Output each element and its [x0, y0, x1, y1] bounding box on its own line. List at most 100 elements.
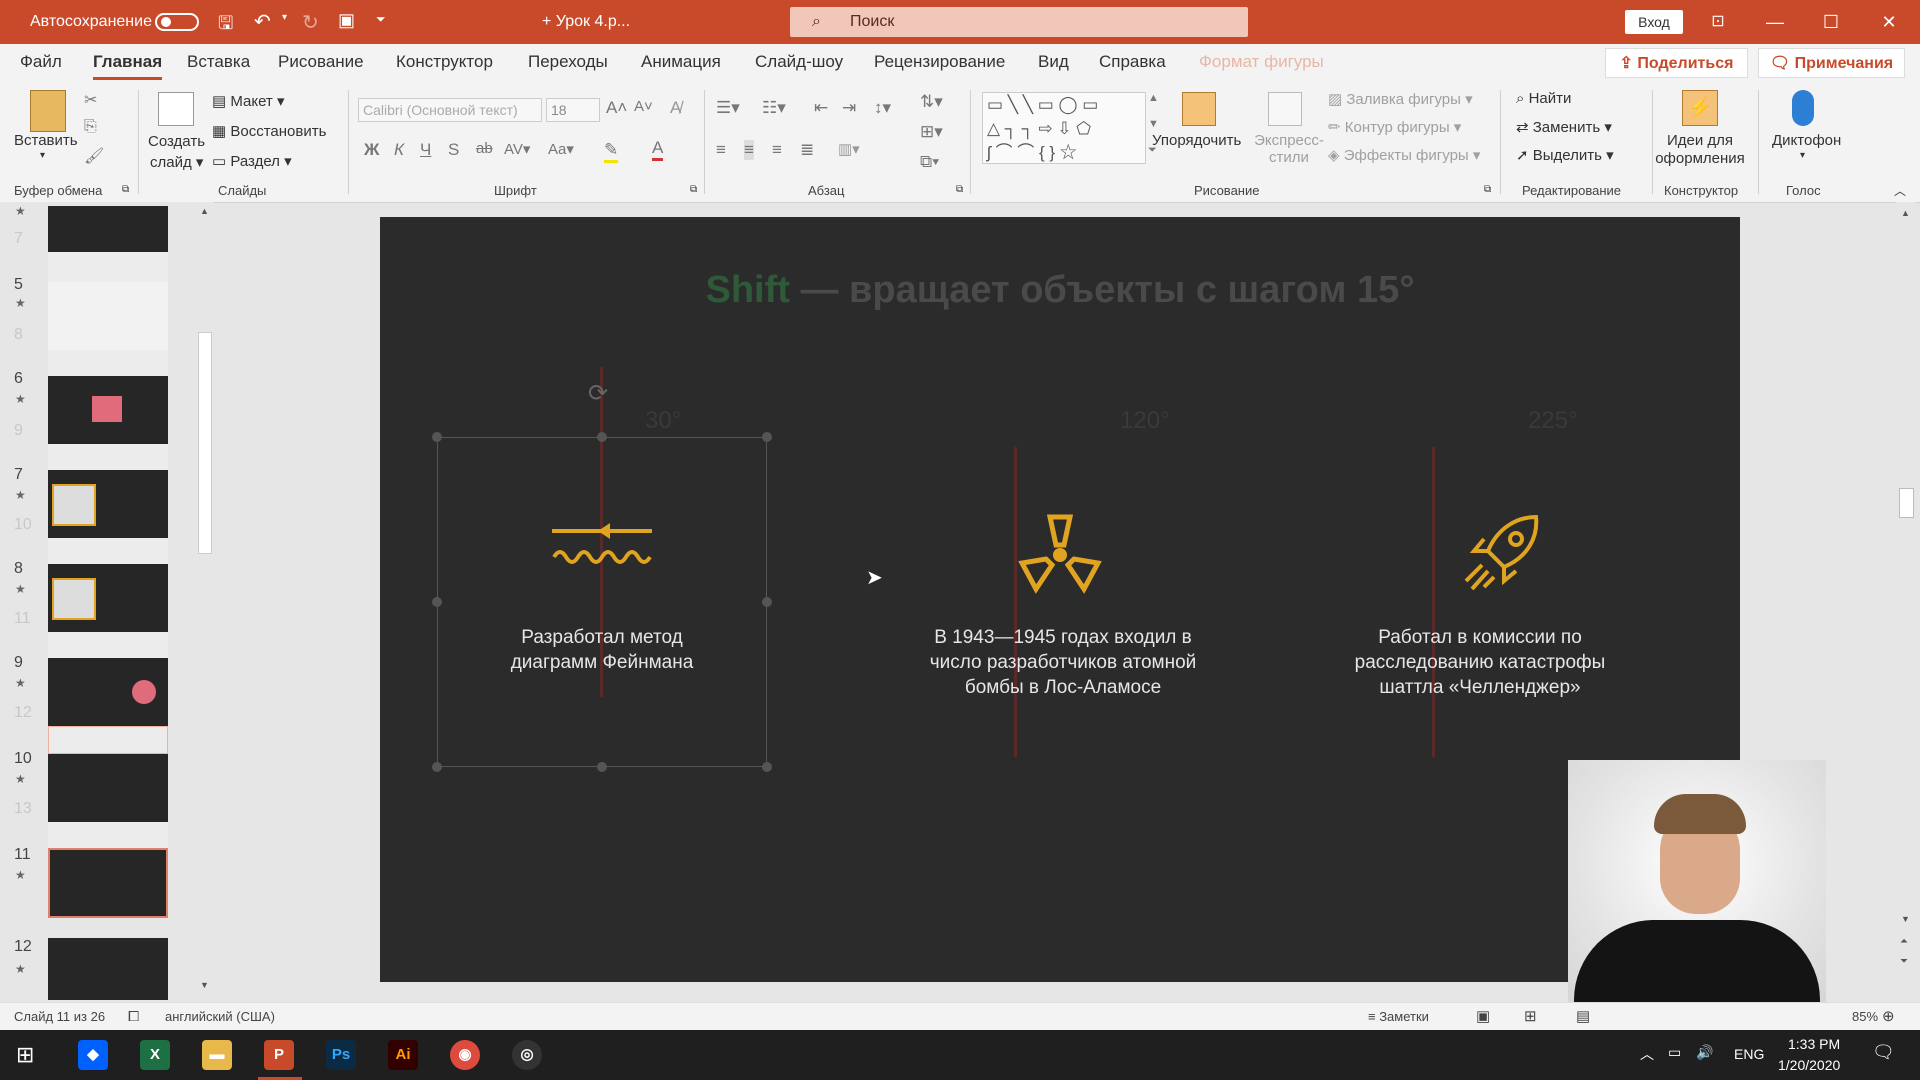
clock-date[interactable]: 1/20/2020: [1778, 1057, 1840, 1073]
normal-view-icon[interactable]: ▣: [1476, 1007, 1490, 1025]
font-launcher-icon[interactable]: ⧉: [690, 184, 697, 195]
slide-sorter-icon[interactable]: ⊞: [1524, 1007, 1537, 1025]
paste-icon[interactable]: [30, 90, 66, 132]
font-size-field[interactable]: 18: [546, 98, 600, 122]
rotate-handle-icon[interactable]: ⟳: [588, 379, 608, 408]
powerpoint-icon[interactable]: P: [264, 1040, 294, 1070]
battery-icon[interactable]: ▭: [1668, 1044, 1681, 1061]
resize-handle[interactable]: [762, 432, 772, 442]
resize-handle[interactable]: [597, 762, 607, 772]
slide-thumbnail[interactable]: [48, 206, 168, 252]
font-color-icon[interactable]: A: [652, 138, 664, 161]
design-ideas-icon[interactable]: ⚡: [1682, 90, 1718, 126]
illustrator-icon[interactable]: Ai: [388, 1040, 418, 1070]
resize-handle[interactable]: [432, 432, 442, 442]
collapse-ribbon-icon[interactable]: ︿: [1894, 182, 1906, 199]
dictate-label[interactable]: Диктофон: [1772, 132, 1841, 149]
shape-fill-button[interactable]: ▨ Заливка фигуры ▾: [1328, 90, 1473, 108]
tab-insert[interactable]: Вставка: [187, 52, 250, 72]
numbering-icon[interactable]: ☷▾: [762, 98, 786, 118]
shadow-icon[interactable]: S: [448, 140, 459, 160]
italic-icon[interactable]: К: [394, 140, 404, 160]
chrome-icon[interactable]: ◉: [450, 1040, 480, 1070]
reading-view-icon[interactable]: ▤: [1576, 1007, 1590, 1025]
obs-icon[interactable]: ◎: [512, 1040, 542, 1070]
bold-icon[interactable]: Ж: [364, 140, 379, 160]
comments-button[interactable]: 🗨 Примечания: [1758, 48, 1905, 78]
shape-outline-button[interactable]: ✏ Контур фигуры ▾: [1328, 118, 1461, 136]
line-spacing-icon[interactable]: ↕▾: [874, 98, 891, 118]
cut-icon[interactable]: ✂: [84, 90, 97, 110]
align-center-icon[interactable]: ≡: [744, 140, 754, 160]
tab-draw[interactable]: Рисование: [278, 52, 364, 72]
dropbox-icon[interactable]: ◆: [78, 1040, 108, 1070]
reset-button[interactable]: ▦ Восстановить: [212, 122, 326, 140]
slide-thumbnail[interactable]: [48, 938, 168, 1000]
input-language[interactable]: ENG: [1734, 1046, 1764, 1062]
redo-icon[interactable]: ↻: [302, 10, 319, 35]
scroll-thumb[interactable]: [1899, 488, 1914, 518]
slide-thumbnail[interactable]: [48, 470, 168, 538]
slide-thumbnail-selected[interactable]: [48, 848, 168, 918]
paste-dropdown-icon[interactable]: ▾: [40, 150, 45, 161]
signin-button[interactable]: Вход: [1625, 10, 1683, 34]
slide-scrollbar[interactable]: ▲ ▼ ⏶ ⏷: [1896, 202, 1916, 1002]
search-box[interactable]: ⌕ Поиск: [790, 7, 1248, 37]
minimize-icon[interactable]: —: [1752, 0, 1798, 44]
file-explorer-icon[interactable]: ▬: [202, 1040, 232, 1070]
change-case-icon[interactable]: Aa▾: [548, 140, 574, 158]
clock-time[interactable]: 1:33 PM: [1788, 1036, 1840, 1052]
paste-label[interactable]: Вставить: [14, 132, 78, 149]
previous-slide-icon[interactable]: ⏶: [1900, 936, 1908, 947]
gallery-scroll-down-icon[interactable]: ▼: [1148, 118, 1159, 130]
start-slideshow-icon[interactable]: ▣: [338, 10, 355, 31]
new-slide-label-1[interactable]: Создать: [148, 133, 205, 150]
clipboard-launcher-icon[interactable]: ⧉: [122, 184, 129, 195]
fit-to-window-icon[interactable]: ⊕: [1882, 1007, 1895, 1025]
tray-chevron-icon[interactable]: ︿: [1640, 1044, 1654, 1064]
design-ideas-label[interactable]: Идеи для оформления: [1652, 132, 1748, 168]
shrink-font-icon[interactable]: A˅: [634, 98, 653, 115]
slide-thumbnail[interactable]: [48, 822, 168, 848]
selection-box[interactable]: [437, 437, 767, 767]
new-slide-icon[interactable]: [158, 92, 194, 126]
shape-effects-button[interactable]: ◈ Эффекты фигуры ▾: [1328, 146, 1480, 164]
slide-thumbnail[interactable]: [48, 538, 168, 564]
slide-canvas[interactable]: Shift — вращает объекты с шагом 15° 30° …: [380, 217, 1740, 982]
undo-icon[interactable]: ↶: [254, 9, 271, 34]
font-name-field[interactable]: Calibri (Основной текст): [358, 98, 542, 122]
spellcheck-icon[interactable]: ⧠: [128, 1008, 139, 1025]
card-1-text[interactable]: Разработал метод диаграмм Фейнмана: [437, 625, 767, 675]
scroll-up-icon[interactable]: ▲: [1901, 208, 1910, 218]
tab-shape-format[interactable]: Формат фигуры: [1199, 52, 1324, 72]
scroll-up-icon[interactable]: ▲: [200, 206, 209, 216]
bullets-icon[interactable]: ☰▾: [716, 98, 740, 118]
slide-thumbnail[interactable]: [48, 350, 168, 376]
tab-transitions[interactable]: Переходы: [528, 52, 608, 72]
photoshop-icon[interactable]: Ps: [326, 1040, 356, 1070]
scroll-down-icon[interactable]: ▼: [200, 980, 209, 990]
arrange-label[interactable]: Упорядочить: [1152, 132, 1241, 149]
replace-button[interactable]: ⇄ Заменить ▾: [1516, 118, 1612, 136]
find-button[interactable]: ⌕ Найти: [1516, 90, 1571, 107]
shapes-gallery[interactable]: ▭ ╲ ╲ ▭ ◯ ▭ △ ┐ ┐ ⇨ ⇩ ⬠ ʃ ⌒ ⌒ { } ☆: [982, 92, 1146, 164]
volume-icon[interactable]: 🔊: [1696, 1044, 1713, 1061]
decrease-indent-icon[interactable]: ⇤: [814, 98, 828, 118]
arrange-icon[interactable]: [1182, 92, 1216, 126]
share-button[interactable]: ⇪ Поделиться: [1605, 48, 1748, 78]
format-painter-icon[interactable]: 🖌: [84, 146, 104, 166]
excel-icon[interactable]: X: [140, 1040, 170, 1070]
increase-indent-icon[interactable]: ⇥: [842, 98, 856, 118]
slide-thumbnail[interactable]: [48, 632, 168, 658]
new-slide-label-2[interactable]: слайд ▾: [150, 153, 203, 171]
slide-title[interactable]: Shift — вращает объекты с шагом 15°: [380, 269, 1740, 312]
ribbon-display-options-icon[interactable]: ⊡: [1695, 0, 1741, 44]
select-button[interactable]: ➚ Выделить ▾: [1516, 146, 1614, 164]
autosave-toggle[interactable]: [155, 13, 199, 31]
dictate-dropdown-icon[interactable]: ▾: [1800, 150, 1805, 161]
slide-thumbnail[interactable]: [48, 282, 168, 350]
char-spacing-icon[interactable]: AV▾: [504, 140, 530, 158]
tab-review[interactable]: Рецензирование: [874, 52, 1005, 72]
slide-thumbnail[interactable]: [48, 252, 168, 282]
resize-handle[interactable]: [432, 597, 442, 607]
